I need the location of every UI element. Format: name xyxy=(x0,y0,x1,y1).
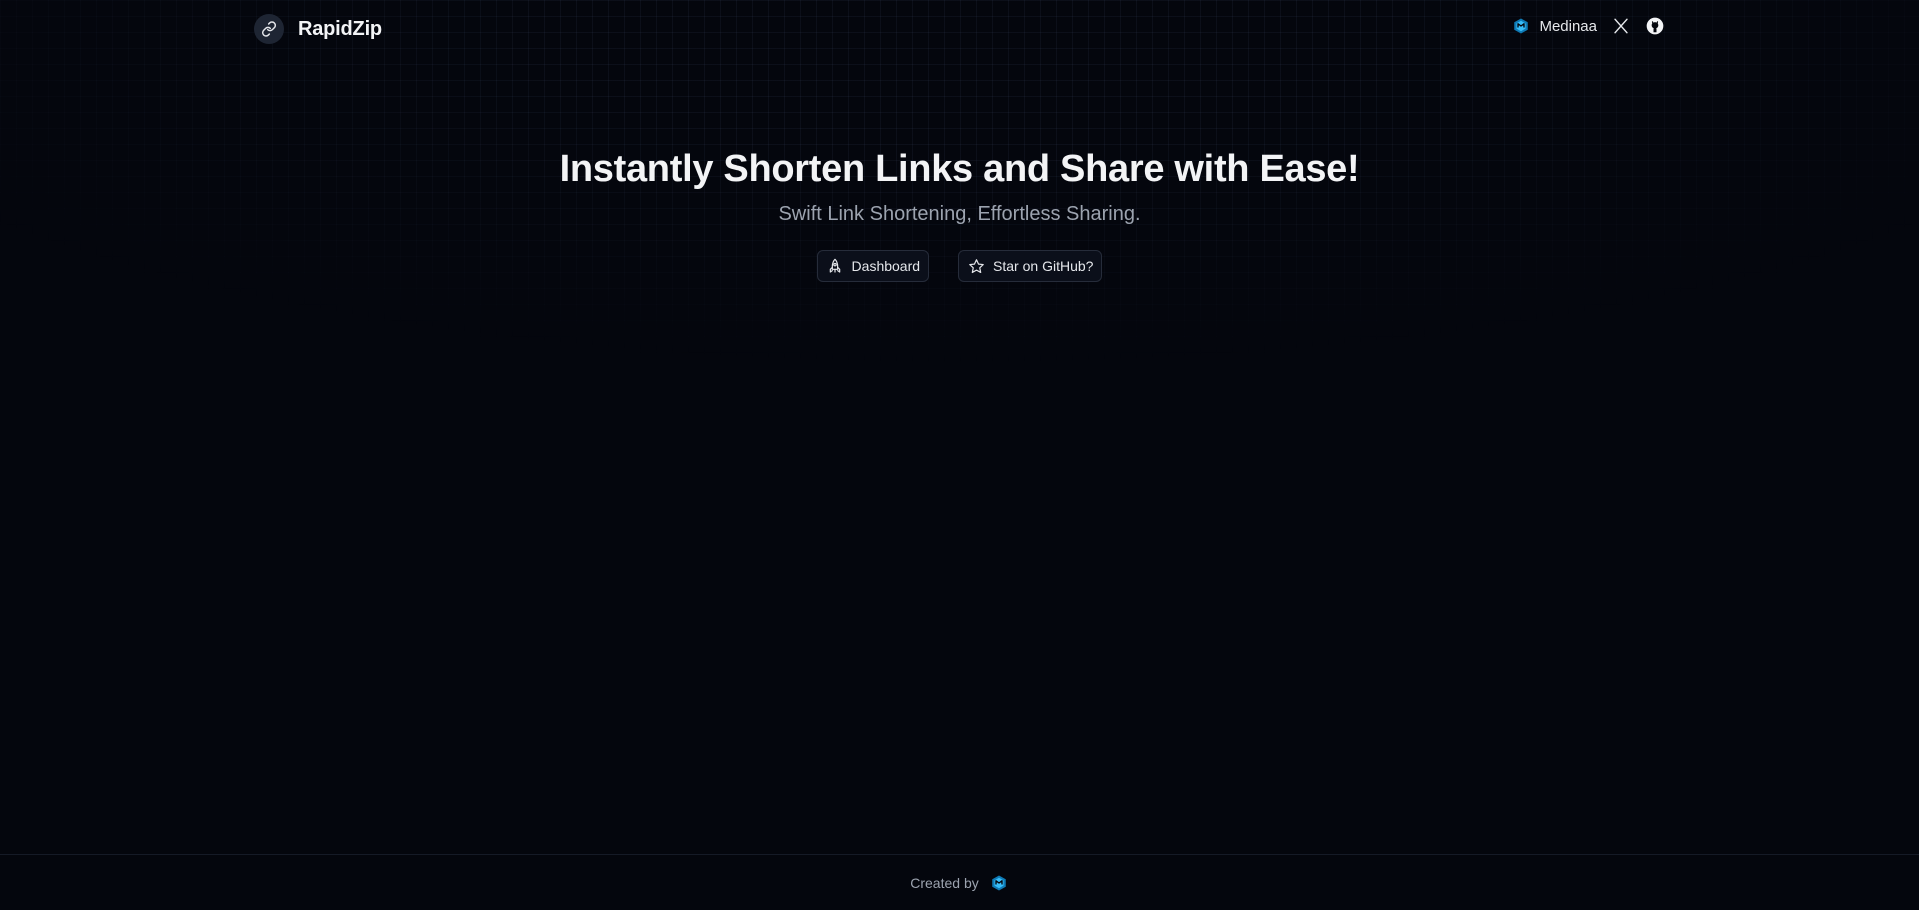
hero-buttons: Dashboard Star on GitHub? xyxy=(0,250,1919,282)
page: RapidZip Medinaa Instantly Shorten Links… xyxy=(0,0,1919,910)
hero-subtitle: Swift Link Shortening, Effortless Sharin… xyxy=(778,203,1141,225)
brand-home-link[interactable]: RapidZip xyxy=(254,14,382,44)
hero-section: Instantly Shorten Links and Share with E… xyxy=(0,148,1919,282)
brand-name: RapidZip xyxy=(298,17,382,40)
dashboard-button-label: Dashboard xyxy=(851,258,921,274)
footer-credit-text: Created by xyxy=(910,875,979,891)
star-on-github-button[interactable]: Star on GitHub? xyxy=(958,250,1103,282)
dashboard-button[interactable]: Dashboard xyxy=(816,250,930,282)
github-icon[interactable] xyxy=(1645,16,1665,36)
top-navbar: RapidZip Medinaa xyxy=(0,0,1919,60)
author-link[interactable]: Medinaa xyxy=(1511,16,1597,36)
medinaa-logo-icon xyxy=(1511,16,1531,36)
nav-right: Medinaa xyxy=(1511,16,1665,36)
star-on-github-button-label: Star on GitHub? xyxy=(993,258,1094,274)
hero-title: Instantly Shorten Links and Share with E… xyxy=(559,148,1360,190)
footer: Created by xyxy=(0,854,1919,910)
author-name: Medinaa xyxy=(1539,17,1597,35)
x-twitter-icon[interactable] xyxy=(1611,16,1631,36)
link-icon xyxy=(254,14,284,44)
medinaa-logo-icon[interactable] xyxy=(989,873,1009,893)
rocket-icon xyxy=(826,257,844,275)
star-icon xyxy=(967,257,985,275)
